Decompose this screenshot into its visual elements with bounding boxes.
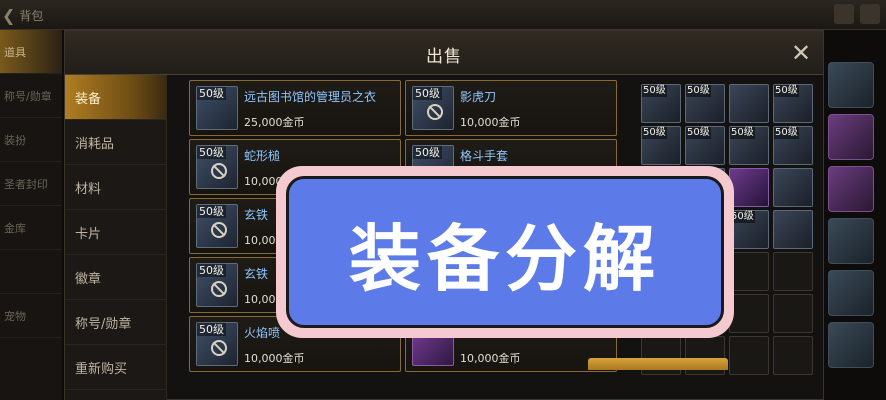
item-level: 50级 xyxy=(197,205,226,218)
armor-icon: 50级 xyxy=(196,204,238,248)
slot-level: 50级 xyxy=(774,127,799,139)
item-level: 50级 xyxy=(413,87,442,100)
inventory-slot[interactable]: 50级 xyxy=(641,84,681,123)
close-icon[interactable]: ✕ xyxy=(787,39,815,67)
inventory-slot[interactable] xyxy=(828,166,874,212)
item-name: 影虎刀 xyxy=(460,90,497,104)
not-usable-icon xyxy=(211,281,227,297)
item-name: 玄铁 xyxy=(244,208,269,222)
top-bar: ❮ 背包 xyxy=(0,0,886,30)
inventory-slot[interactable]: 50级 xyxy=(773,126,813,165)
armor-icon: 50级 xyxy=(196,86,238,130)
not-usable-icon xyxy=(211,163,227,179)
item-level: 50级 xyxy=(197,323,226,336)
left-nav-item[interactable]: 称号/勋章 xyxy=(0,74,62,118)
not-usable-icon xyxy=(211,222,227,238)
left-nav-item[interactable]: 宠物 xyxy=(0,294,62,338)
inventory-slot[interactable] xyxy=(828,62,874,108)
item-name: 格斗手套 xyxy=(460,149,509,163)
sell-confirm-button[interactable] xyxy=(588,358,728,370)
category-tab-titles[interactable]: 称号/勋章 xyxy=(65,300,166,345)
inventory-slot[interactable] xyxy=(828,114,874,160)
left-nav-item[interactable]: 金库 xyxy=(0,206,62,250)
sword-icon: 50级 xyxy=(412,86,454,130)
inventory-slot[interactable]: 50级 xyxy=(729,210,769,249)
not-usable-icon xyxy=(211,340,227,356)
inventory-slot[interactable] xyxy=(729,252,769,291)
category-tab-cards[interactable]: 卡片 xyxy=(65,210,166,255)
slot-level: 50级 xyxy=(642,127,667,139)
item-level: 50级 xyxy=(413,146,442,159)
inventory-slot[interactable] xyxy=(729,168,769,207)
inventory-slot[interactable] xyxy=(729,84,769,123)
left-nav-item[interactable] xyxy=(0,250,62,294)
not-usable-icon xyxy=(427,104,443,120)
inventory-slot[interactable] xyxy=(773,252,813,291)
back-button[interactable]: ❮ 背包 xyxy=(2,4,62,26)
inventory-slot[interactable]: 50级 xyxy=(773,84,813,123)
back-arrow-icon: ❮ xyxy=(2,5,16,25)
mail-icon[interactable] xyxy=(834,4,854,24)
slot-level: 50级 xyxy=(730,127,755,139)
left-nav-item[interactable]: 圣者封印 xyxy=(0,162,62,206)
slot-level: 50级 xyxy=(642,85,667,97)
item-level: 50级 xyxy=(197,87,226,100)
chat-icon[interactable] xyxy=(860,4,880,24)
back-label: 背包 xyxy=(19,8,44,23)
inventory-slot[interactable] xyxy=(773,168,813,207)
mace-icon: 50级 xyxy=(196,145,238,189)
inventory-slot[interactable] xyxy=(828,322,874,368)
inventory-slot[interactable] xyxy=(828,270,874,316)
sell-item[interactable]: 50级 影虎刀 10,000金币 xyxy=(405,80,617,136)
category-tab-equipment[interactable]: 装备 xyxy=(65,75,166,120)
slot-level: 50级 xyxy=(686,127,711,139)
category-list: 装备 消耗品 材料 卡片 徽章 称号/勋章 重新购买 xyxy=(65,75,167,400)
flamethrower-icon: 50级 xyxy=(196,322,238,366)
category-tab-materials[interactable]: 材料 xyxy=(65,165,166,210)
banner-title: 装备分解 xyxy=(348,216,661,301)
inventory-right-column xyxy=(822,56,886,400)
inventory-slot[interactable] xyxy=(773,294,813,333)
title-banner: 装备分解 xyxy=(276,166,734,338)
category-tab-buyback[interactable]: 重新购买 xyxy=(65,345,166,390)
dialog-title: 出售 xyxy=(426,47,462,67)
item-price: 10,000金币 xyxy=(460,352,521,365)
item-level: 50级 xyxy=(197,146,226,159)
left-nav-item[interactable]: 装扮 xyxy=(0,118,62,162)
item-price: 25,000金币 xyxy=(244,116,305,129)
category-tab-emblems[interactable]: 徽章 xyxy=(65,255,166,300)
inventory-slot[interactable] xyxy=(729,336,769,375)
slot-level: 50级 xyxy=(686,85,711,97)
item-name: 火焰喷 xyxy=(244,326,281,340)
left-nav-item[interactable]: 道具 xyxy=(0,30,62,74)
top-icons xyxy=(834,4,880,24)
item-price: 10,000金币 xyxy=(244,352,305,365)
inventory-slot[interactable]: 50级 xyxy=(685,126,725,165)
item-name: 远古图书馆的管理员之衣 xyxy=(244,90,377,104)
inventory-slot[interactable] xyxy=(773,336,813,375)
sell-item[interactable]: 50级 远古图书馆的管理员之衣 25,000金币 xyxy=(189,80,401,136)
inventory-slot[interactable] xyxy=(773,210,813,249)
item-name: 玄铁 xyxy=(244,267,269,281)
inventory-slot[interactable]: 50级 xyxy=(729,126,769,165)
armor-icon: 50级 xyxy=(196,263,238,307)
inventory-slot[interactable]: 50级 xyxy=(685,84,725,123)
item-price: 10,000金币 xyxy=(460,116,521,129)
item-name: 蛇形槌 xyxy=(244,149,281,163)
inventory-slot[interactable] xyxy=(729,294,769,333)
slot-level: 50级 xyxy=(774,85,799,97)
title-banner-inner: 装备分解 xyxy=(286,176,724,328)
inventory-left-nav: 道具 称号/勋章 装扮 圣者封印 金库 宠物 xyxy=(0,30,62,400)
dialog-header: 出售 ✕ xyxy=(65,31,823,75)
item-level: 50级 xyxy=(197,264,226,277)
inventory-slot[interactable] xyxy=(828,218,874,264)
category-tab-consumables[interactable]: 消耗品 xyxy=(65,120,166,165)
inventory-slot[interactable]: 50级 xyxy=(641,126,681,165)
